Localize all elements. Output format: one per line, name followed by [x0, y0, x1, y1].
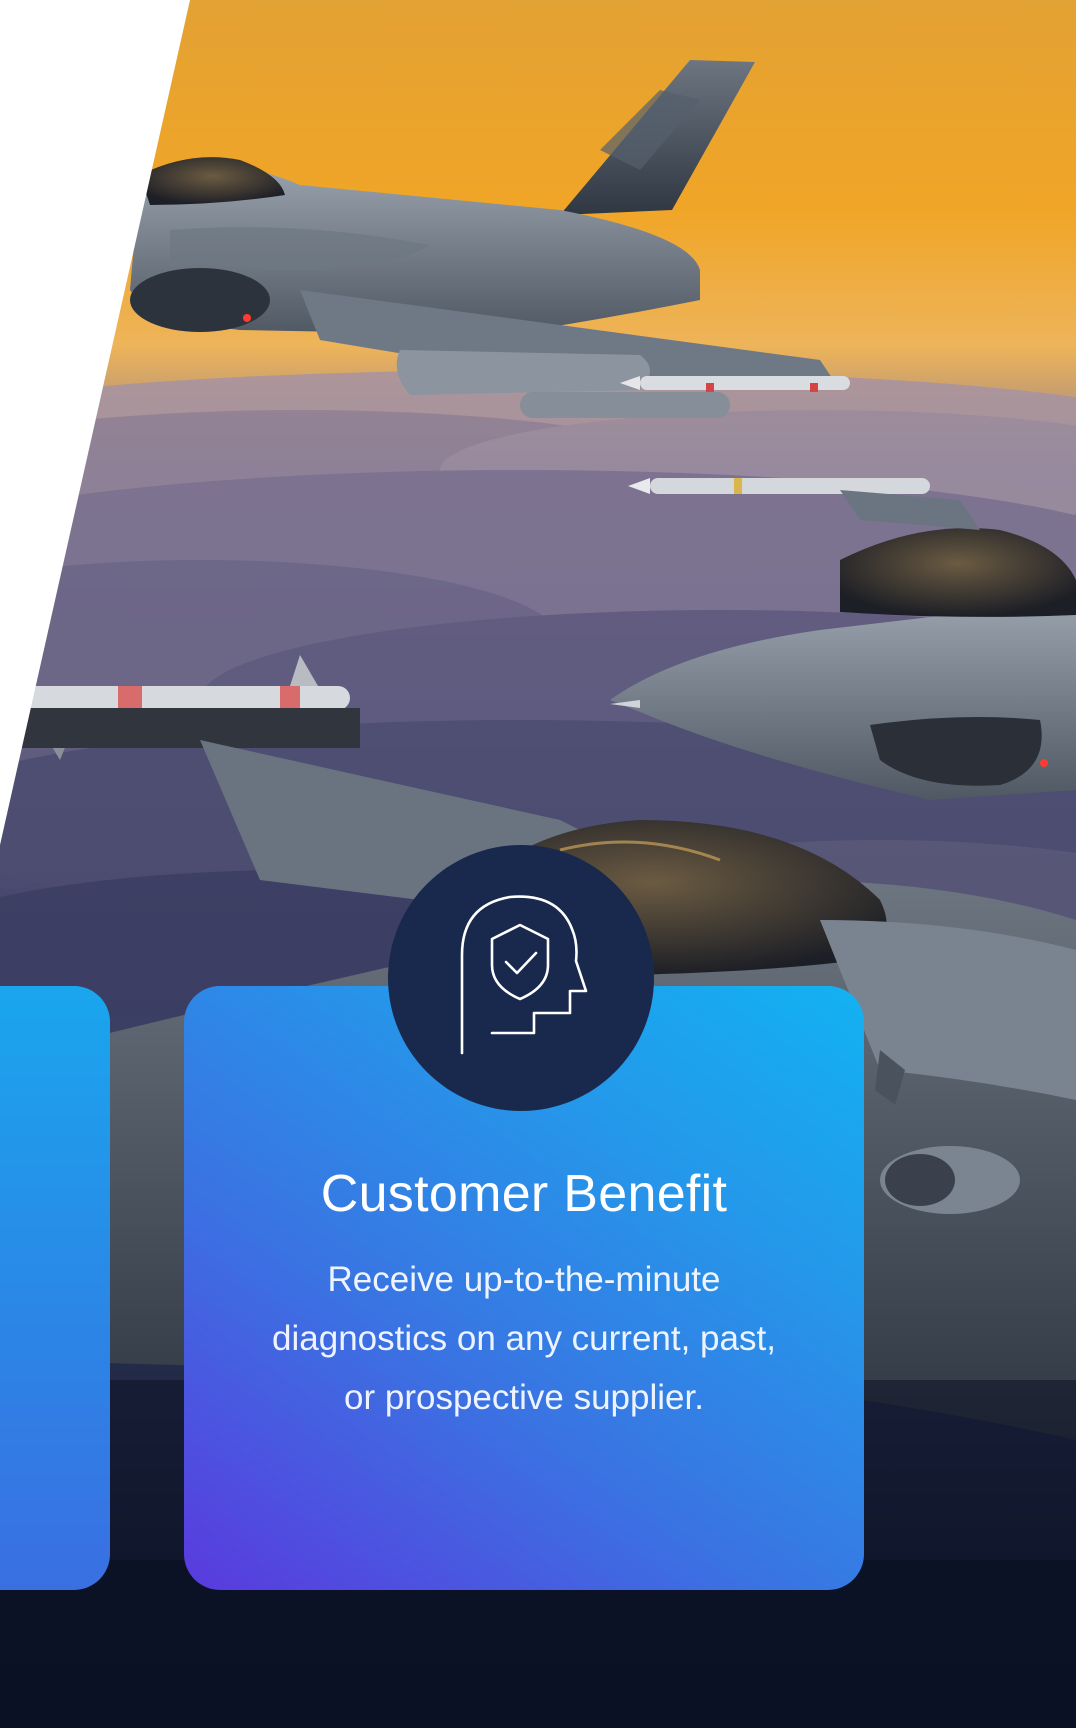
card-icon-badge	[388, 845, 654, 1111]
card-description-line-2: diagnostics on any current, past,	[272, 1319, 776, 1358]
card-description: Receive up-to-the-minute diagnostics on …	[224, 1250, 824, 1427]
card-description-line-3: or prospective supplier.	[344, 1378, 704, 1417]
card-title: Customer Benefit	[320, 1165, 728, 1223]
feature-card-left: y rs	[0, 986, 110, 1590]
card-description-line-1: Receive up-to-the-minute	[327, 1260, 721, 1299]
head-shield-check-icon	[460, 895, 588, 1055]
page: y rs Customer Benefit Receive up-to-the-…	[0, 0, 1076, 1728]
